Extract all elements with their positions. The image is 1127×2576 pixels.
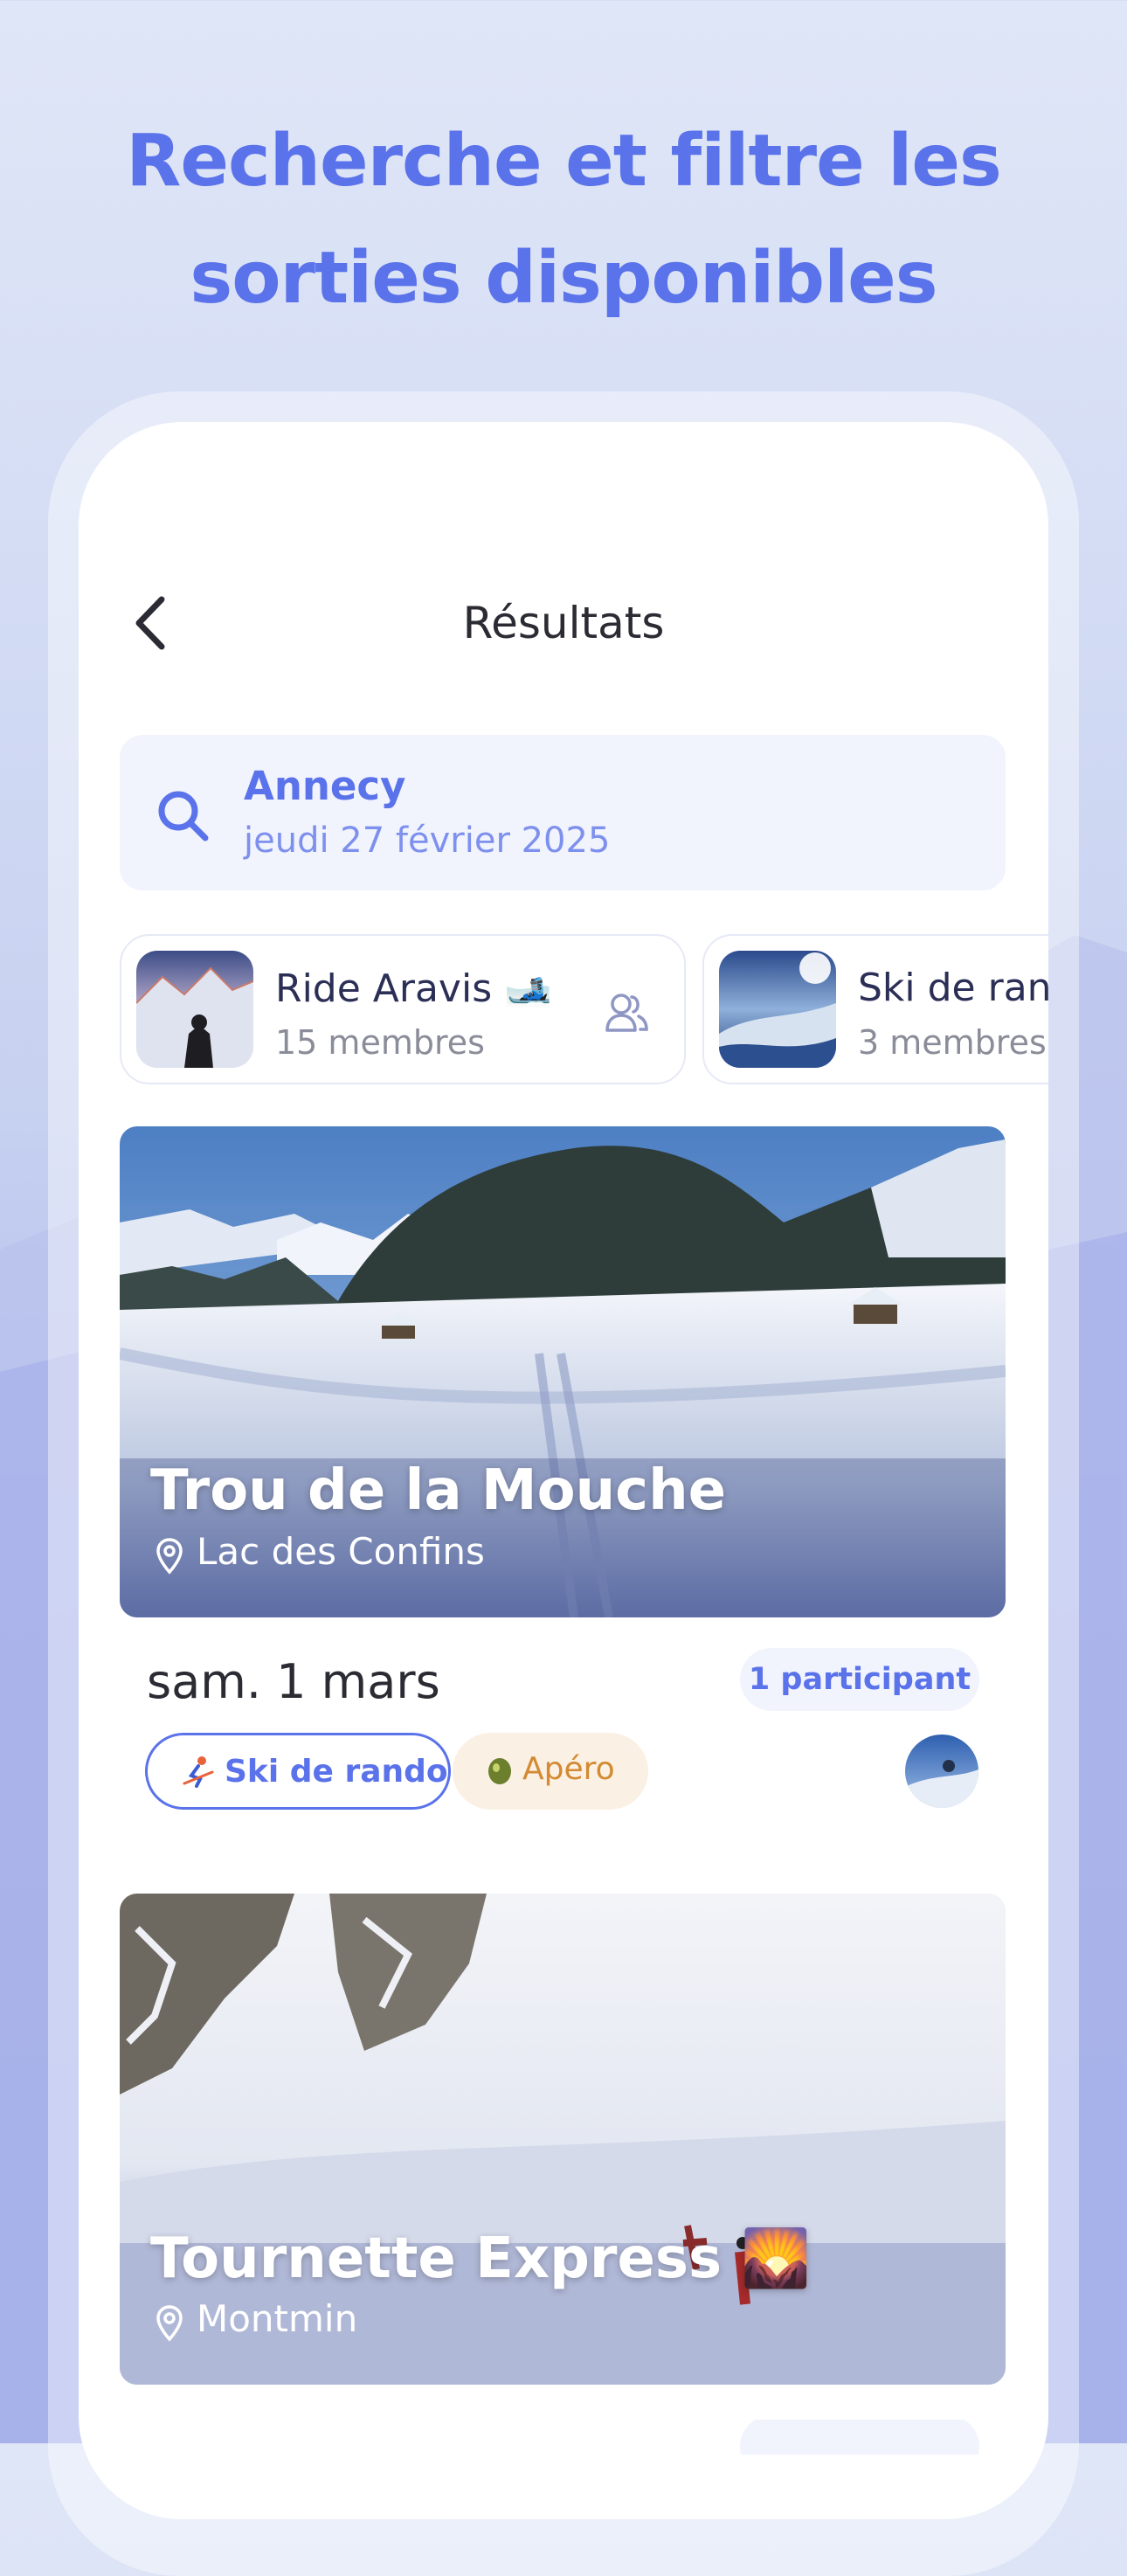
headline-line-1: Recherche et filtre les	[126, 120, 1002, 203]
search-date: jeudi 27 février 2025	[244, 821, 611, 861]
group-member-count: 3 membres	[858, 1023, 1047, 1062]
participants-badge-partial	[740, 2420, 979, 2455]
event-date: sam. 1 mars	[147, 1654, 440, 1709]
tag-label: Apéro	[522, 1751, 615, 1787]
group-name: Ride Aravis 🎿	[275, 966, 552, 1011]
group-member-count: 15 membres	[275, 1023, 485, 1062]
next-event-row-partial	[142, 2420, 1025, 2455]
group-thumbnail	[136, 951, 253, 1068]
skier-icon	[183, 1756, 214, 1788]
tag-ski-de-rando[interactable]: Ski de rando	[145, 1733, 451, 1810]
location-pin-icon	[156, 1538, 183, 1575]
search-city: Annecy	[244, 763, 406, 809]
tag-apero[interactable]: Apéro	[453, 1733, 648, 1810]
event-title: Tournette Express 🌄	[150, 2226, 812, 2291]
participants-badge: 1 participant	[740, 1648, 979, 1711]
location-pin-icon	[156, 2305, 183, 2342]
headline-line-2: sorties disponibles	[190, 237, 937, 320]
group-thumbnail	[719, 951, 836, 1068]
phone-screen: Résultats Annecy jeudi 27 février 2025 R…	[79, 422, 1048, 2519]
members-icon[interactable]	[600, 987, 653, 1039]
group-name: Ski de ran	[858, 966, 1048, 1010]
search-icon	[158, 791, 209, 841]
search-summary[interactable]: Annecy jeudi 27 février 2025	[120, 735, 1006, 890]
group-card[interactable]: Ski de ran 3 membres	[702, 934, 1048, 1084]
event-card-image[interactable]: Tournette Express 🌄 Montmin	[120, 1894, 1006, 2385]
event-title: Trou de la Mouche	[150, 1458, 727, 1523]
group-card[interactable]: Ride Aravis 🎿 15 membres	[120, 934, 686, 1084]
headline: Recherche et filtre les sorties disponib…	[0, 103, 1127, 337]
tag-label: Ski de rando	[225, 1754, 448, 1790]
participant-avatar[interactable]	[905, 1735, 978, 1808]
event-location: Lac des Confins	[197, 1530, 485, 1573]
page-title: Résultats	[462, 598, 665, 648]
olive-icon	[488, 1758, 511, 1784]
event-card-image[interactable]: Trou de la Mouche Lac des Confins	[120, 1126, 1006, 1617]
event-location: Montmin	[197, 2297, 358, 2340]
